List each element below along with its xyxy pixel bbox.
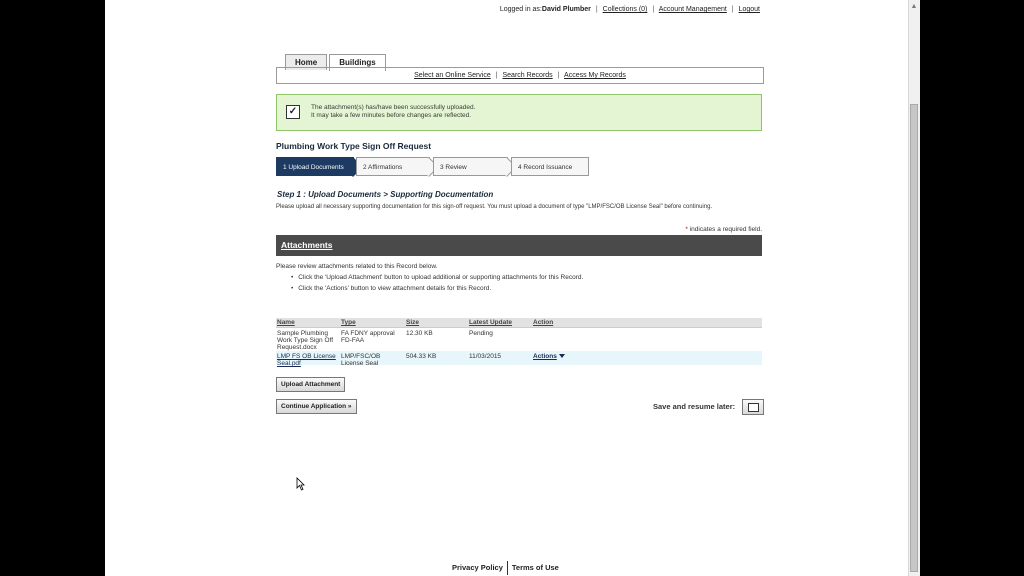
section-title[interactable]: Attachments xyxy=(281,240,332,250)
notice-message: The attachment(s) has/have been successf… xyxy=(311,104,475,120)
step-review: 3 Review xyxy=(433,157,517,177)
cell-name: Sample Plumbing Work Type Sign Off Reque… xyxy=(277,330,333,351)
search-records-link[interactable]: Search Records xyxy=(502,72,552,79)
page-title: Plumbing Work Type Sign Off Request xyxy=(276,141,432,151)
step-label: 1 Upload Documents xyxy=(283,164,344,171)
online-service-link[interactable]: Select an Online Service xyxy=(414,72,491,79)
cell-status: Pending xyxy=(469,330,493,337)
success-notice: ✓ The attachment(s) has/have been succes… xyxy=(276,94,762,131)
logout-link[interactable]: Logout xyxy=(739,6,760,13)
cell-size: 504.33 KB xyxy=(406,353,437,360)
cell-type: FA FDNY approval FD-FAA xyxy=(341,330,395,344)
mouse-cursor-icon xyxy=(296,477,305,491)
terms-of-use-link[interactable]: Terms of Use xyxy=(512,563,559,572)
header-name[interactable]: Name xyxy=(277,318,295,327)
header-size[interactable]: Size xyxy=(406,318,419,327)
checkmark-icon: ✓ xyxy=(286,105,300,119)
step-label: 3 Review xyxy=(440,164,467,171)
save-resume-button[interactable] xyxy=(742,399,764,415)
cell-type: LMP/FSC/OB License Seal xyxy=(341,353,381,367)
cell-size: 12.30 KB xyxy=(406,330,433,337)
chevron-down-icon[interactable] xyxy=(558,354,565,359)
step-upload-documents: 1 Upload Documents xyxy=(276,157,363,177)
separator: | xyxy=(652,6,655,13)
notice-line-1: The attachment(s) has/have been successf… xyxy=(311,104,476,111)
user-bar: Logged in as:David Plumber | Collections… xyxy=(500,6,760,13)
save-icon xyxy=(748,403,759,412)
continue-application-button[interactable]: Continue Application » xyxy=(276,399,357,414)
header-action: Action xyxy=(533,319,554,326)
attachments-section-header: Attachments xyxy=(276,235,762,256)
step-label: 2 Affirmations xyxy=(363,164,403,171)
separator: | xyxy=(557,72,560,79)
scrollbar-thumb[interactable] xyxy=(910,104,918,572)
attachment-link[interactable]: LMP FS OB License Seal.pdf xyxy=(277,353,336,367)
review-text: Please review attachments related to thi… xyxy=(276,263,438,270)
cell-name: LMP FS OB License Seal.pdf xyxy=(277,353,339,367)
intro-text: Please upload all necessary supporting d… xyxy=(276,204,713,210)
user-name: David Plumber xyxy=(541,6,591,13)
scroll-up-icon[interactable]: ▲ xyxy=(910,2,918,11)
notice-line-2: It may take a few minutes before changes… xyxy=(311,112,472,119)
cell-status: 11/03/2015 xyxy=(469,353,502,360)
instruction-item: Click the 'Actions' button to view attac… xyxy=(291,283,583,294)
step-label: 4 Record Issuance xyxy=(518,164,573,171)
table-row: Sample Plumbing Work Type Sign Off Reque… xyxy=(276,328,762,351)
instruction-list: Click the 'Upload Attachment' button to … xyxy=(291,272,583,294)
attachments-table: Name Type Size Latest Update Action Samp… xyxy=(276,318,762,367)
required-note: * indicates a required field. xyxy=(685,226,762,233)
footer-divider xyxy=(506,561,508,575)
upload-attachment-button[interactable]: Upload Attachment xyxy=(276,377,346,392)
browser-page: Logged in as:David Plumber | Collections… xyxy=(105,0,908,576)
separator: | xyxy=(731,6,734,13)
table-header: Name Type Size Latest Update Action xyxy=(276,318,762,328)
privacy-policy-link[interactable]: Privacy Policy xyxy=(452,563,503,572)
separator: | xyxy=(495,72,498,79)
instruction-item: Click the 'Upload Attachment' button to … xyxy=(291,272,583,283)
vertical-scrollbar[interactable]: ▲ xyxy=(908,0,920,576)
save-resume-label: Save and resume later: xyxy=(653,402,736,411)
footer: Privacy Policy Terms of Use xyxy=(452,561,559,575)
actions-dropdown[interactable]: Actions xyxy=(533,353,565,360)
header-latest-update[interactable]: Latest Update xyxy=(469,318,512,327)
actions-label[interactable]: Actions xyxy=(533,353,557,360)
logged-in-label: Logged in as: xyxy=(499,6,542,13)
separator: | xyxy=(595,6,598,13)
sub-navigation: Select an Online Service | Search Record… xyxy=(276,67,764,84)
access-records-link[interactable]: Access My Records xyxy=(564,72,626,79)
header-type[interactable]: Type xyxy=(341,318,356,327)
required-text: indicates a required field. xyxy=(689,226,762,233)
step-affirmations: 2 Affirmations xyxy=(356,157,439,177)
table-row: LMP FS OB License Seal.pdf LMP/FSC/OB Li… xyxy=(276,351,762,367)
step-heading: Step 1 : Upload Documents > Supporting D… xyxy=(277,190,494,199)
account-management-link[interactable]: Account Management xyxy=(659,6,727,13)
collections-link[interactable]: Collections (0) xyxy=(603,6,648,13)
step-record-issuance: 4 Record Issuance xyxy=(511,157,589,176)
